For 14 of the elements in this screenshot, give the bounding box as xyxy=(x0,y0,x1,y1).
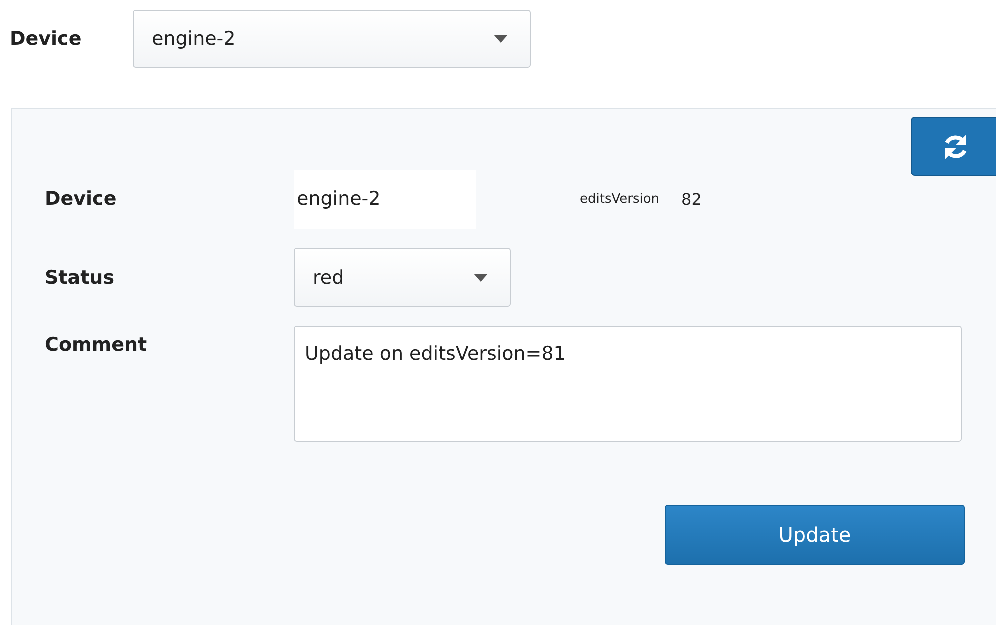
status-label: Status xyxy=(45,266,116,288)
update-button[interactable]: Update xyxy=(665,505,965,565)
comment-label: Comment xyxy=(45,333,148,356)
refresh-button[interactable] xyxy=(911,117,996,176)
device-label: Device xyxy=(10,28,83,50)
status-dropdown[interactable]: red xyxy=(294,248,511,307)
device-value: engine-2 xyxy=(294,170,476,228)
caret-icon xyxy=(494,34,508,42)
device-dropdown[interactable]: engine-2 xyxy=(133,10,531,68)
comment-field[interactable]: Update on editsVersion=81 xyxy=(294,326,962,442)
edits-version-value: 82 xyxy=(682,190,702,208)
device-label: Device xyxy=(45,188,118,210)
edits-version-label: editsVersion xyxy=(580,192,660,206)
caret-icon xyxy=(474,274,488,282)
